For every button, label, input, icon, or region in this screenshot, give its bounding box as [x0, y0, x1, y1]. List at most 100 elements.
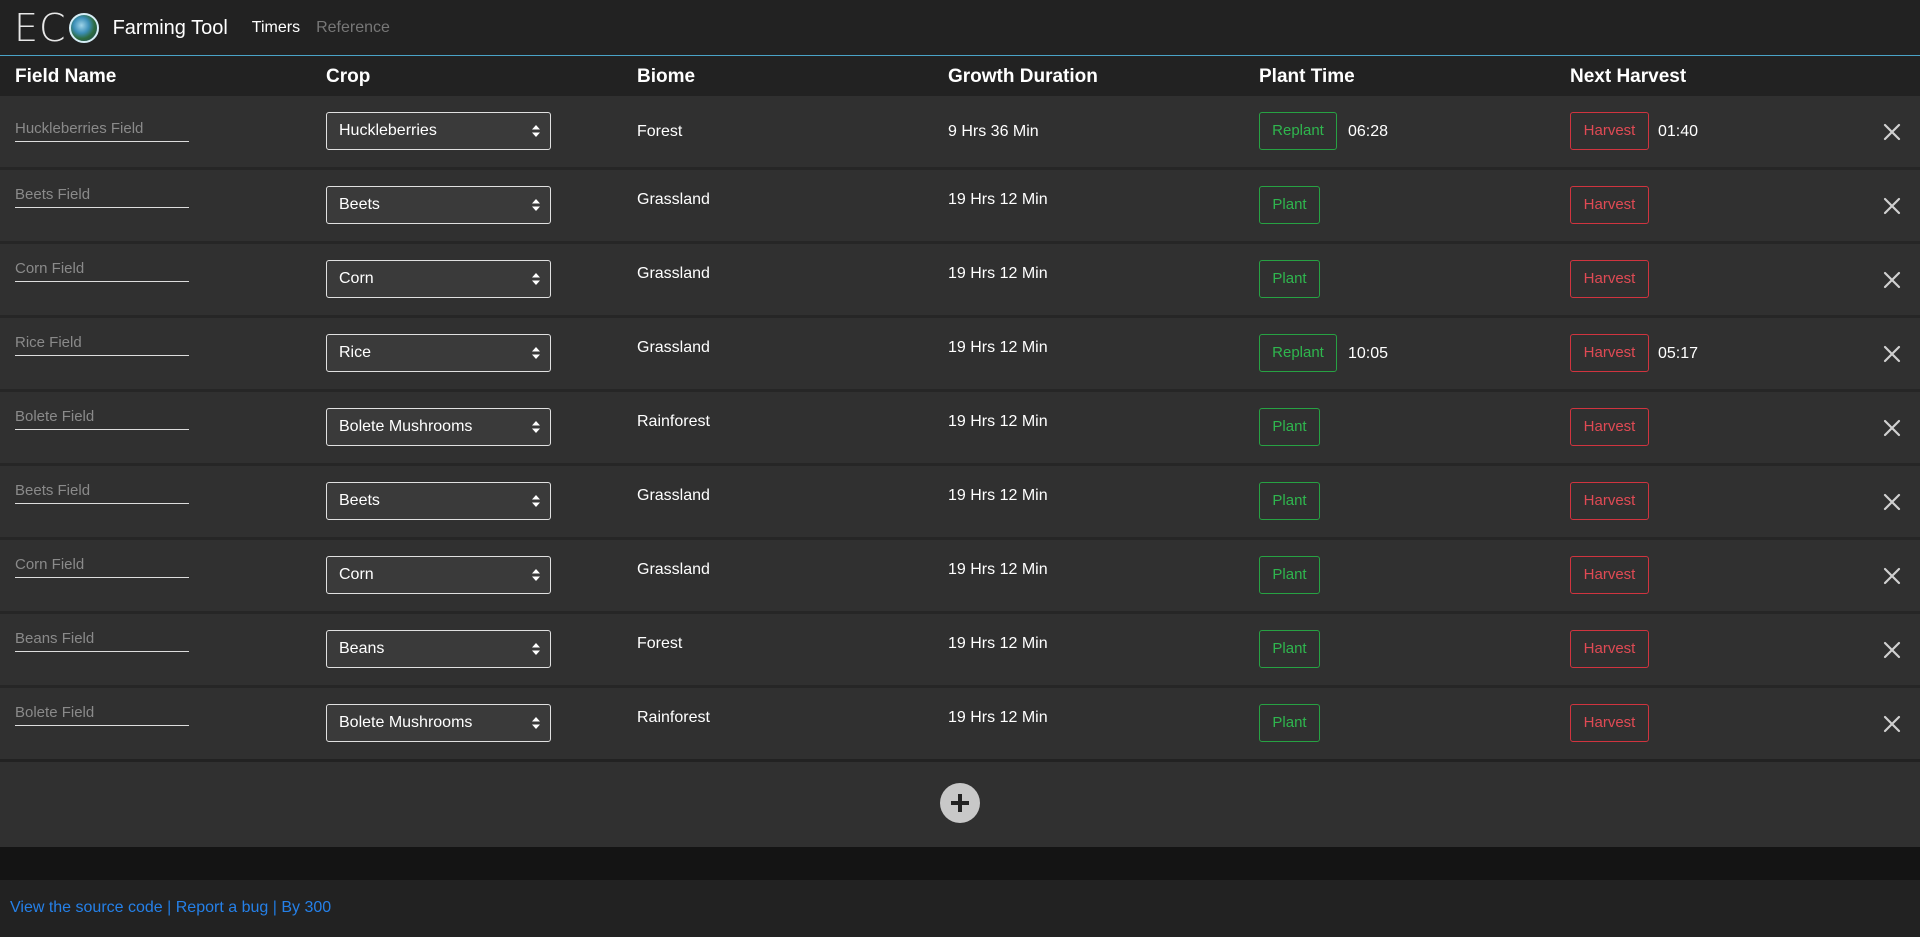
table-row: Huckleberries Field Huckleberries Forest 9 …	[0, 96, 1920, 167]
crop-select[interactable]: Bolete Mushrooms	[326, 704, 551, 742]
growth-duration-text: 9 Hrs 36 Min	[948, 123, 1039, 140]
close-icon[interactable]	[1882, 344, 1902, 364]
next-harvest-text: 05:17	[1658, 345, 1699, 362]
close-icon[interactable]	[1882, 122, 1902, 142]
crop-select[interactable]: Bolete Mushrooms	[326, 408, 551, 446]
biome-text: Grassland	[637, 191, 710, 208]
crop-select[interactable]: Huckleberries	[326, 112, 551, 150]
header-next-harvest: Next Harvest	[1570, 66, 1687, 87]
field-name-input[interactable]: Corn Field	[15, 554, 189, 578]
close-icon[interactable]	[1882, 196, 1902, 216]
growth-duration-text: 19 Hrs 12 Min	[948, 265, 1048, 282]
harvest-button[interactable]: Harvest	[1570, 482, 1649, 520]
harvest-button[interactable]: Harvest	[1570, 704, 1649, 742]
sort-arrows-icon	[532, 569, 540, 581]
header-plant-time: Plant Time	[1259, 66, 1355, 87]
footer-separator: |	[272, 899, 277, 916]
biome-text: Rainforest	[637, 413, 710, 430]
author-link[interactable]: By 300	[281, 899, 331, 916]
table-row: Corn Field Corn Grassland 19 Hrs 12 Min Plan…	[0, 540, 1920, 611]
table-row: Beans Field Beans Forest 19 Hrs 12 Min Plant…	[0, 614, 1920, 685]
crop-select-value: Beets	[339, 196, 380, 213]
plant-button[interactable]: Plant	[1259, 260, 1320, 298]
footer-links: View the source code | Report a bug | By…	[10, 899, 331, 917]
crop-select[interactable]: Beets	[326, 482, 551, 520]
harvest-button[interactable]: Harvest	[1570, 260, 1649, 298]
brand-title[interactable]: Farming Tool	[113, 0, 228, 56]
sort-arrows-icon	[532, 125, 540, 137]
table-row: Bolete Field Bolete Mushrooms Rainforest 19…	[0, 392, 1920, 463]
next-harvest-text: 01:40	[1658, 123, 1699, 140]
crop-select[interactable]: Beets	[326, 186, 551, 224]
add-row-area	[0, 762, 1920, 847]
crop-select-value: Corn	[339, 566, 374, 583]
crop-select[interactable]: Rice	[326, 334, 551, 372]
plant-button[interactable]: Plant	[1259, 556, 1320, 594]
growth-duration-text: 19 Hrs 12 Min	[948, 339, 1048, 356]
close-icon[interactable]	[1882, 270, 1902, 290]
sort-arrows-icon	[532, 347, 540, 359]
table-row: Bolete Field Bolete Mushrooms Rainforest 19…	[0, 688, 1920, 759]
biome-text: Forest	[637, 635, 683, 652]
growth-duration-text: 19 Hrs 12 Min	[948, 487, 1048, 504]
harvest-button[interactable]: Harvest	[1570, 112, 1649, 150]
crop-select[interactable]: Corn	[326, 260, 551, 298]
eco-logo[interactable]: E C	[14, 5, 99, 50]
crop-select[interactable]: Corn	[326, 556, 551, 594]
close-icon[interactable]	[1882, 714, 1902, 734]
field-name-input[interactable]: Beans Field	[15, 628, 189, 652]
field-name-input[interactable]: Beets Field	[15, 184, 189, 208]
field-name-input[interactable]: Bolete Field	[15, 702, 189, 726]
plant-button[interactable]: Plant	[1259, 482, 1320, 520]
harvest-button[interactable]: Harvest	[1570, 408, 1649, 446]
header-biome: Biome	[637, 66, 696, 87]
biome-text: Forest	[637, 123, 683, 140]
plant-button[interactable]: Replant	[1259, 334, 1337, 372]
logo-letter-c: C	[39, 5, 66, 50]
sort-arrows-icon	[532, 199, 540, 211]
field-name-input[interactable]: Huckleberries Field	[15, 118, 189, 142]
crop-select-value: Bolete Mushrooms	[339, 714, 473, 731]
plant-button[interactable]: Plant	[1259, 408, 1320, 446]
harvest-button[interactable]: Harvest	[1570, 334, 1649, 372]
growth-duration-text: 19 Hrs 12 Min	[948, 635, 1048, 652]
harvest-button[interactable]: Harvest	[1570, 556, 1649, 594]
field-name-input[interactable]: Rice Field	[15, 332, 189, 356]
crop-select-value: Huckleberries	[339, 122, 437, 139]
plant-button[interactable]: Plant	[1259, 704, 1320, 742]
footer-separator: |	[167, 899, 172, 916]
add-field-button[interactable]	[940, 783, 980, 823]
header-growth-duration: Growth Duration	[948, 66, 1098, 87]
plant-button[interactable]: Plant	[1259, 630, 1320, 668]
close-icon[interactable]	[1882, 418, 1902, 438]
harvest-button[interactable]: Harvest	[1570, 186, 1649, 224]
close-icon[interactable]	[1882, 640, 1902, 660]
close-icon[interactable]	[1882, 566, 1902, 586]
harvest-button[interactable]: Harvest	[1570, 630, 1649, 668]
footer: View the source code | Report a bug | By…	[0, 880, 1920, 937]
source-code-link[interactable]: View the source code	[10, 899, 163, 916]
growth-duration-text: 19 Hrs 12 Min	[948, 191, 1048, 208]
crop-select-value: Beets	[339, 492, 380, 509]
biome-text: Grassland	[637, 265, 710, 282]
sort-arrows-icon	[532, 643, 540, 655]
crop-select-value: Corn	[339, 270, 374, 287]
table-row: Beets Field Beets Grassland 19 Hrs 12 Min Pl…	[0, 170, 1920, 241]
field-name-input[interactable]: Corn Field	[15, 258, 189, 282]
nav-reference[interactable]: Reference	[316, 0, 390, 56]
biome-text: Grassland	[637, 487, 710, 504]
growth-duration-text: 19 Hrs 12 Min	[948, 413, 1048, 430]
header-field-name: Field Name	[15, 66, 117, 87]
globe-icon	[68, 12, 99, 43]
field-name-input[interactable]: Bolete Field	[15, 406, 189, 430]
plant-time-text: 10:05	[1348, 345, 1389, 362]
field-name-input[interactable]: Beets Field	[15, 480, 189, 504]
plant-button[interactable]: Replant	[1259, 112, 1337, 150]
close-icon[interactable]	[1882, 492, 1902, 512]
biome-text: Grassland	[637, 339, 710, 356]
navbar: E C Farming Tool Timers Reference	[0, 0, 1920, 56]
crop-select[interactable]: Beans	[326, 630, 551, 668]
report-bug-link[interactable]: Report a bug	[176, 899, 269, 916]
plant-button[interactable]: Plant	[1259, 186, 1320, 224]
nav-timers[interactable]: Timers	[252, 0, 300, 56]
